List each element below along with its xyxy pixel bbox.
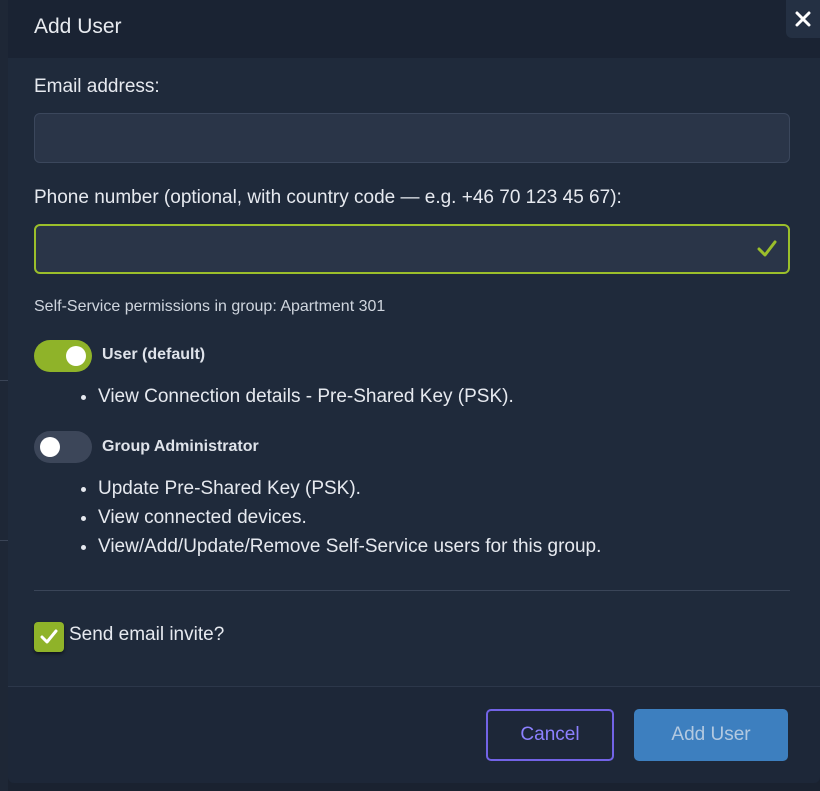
background-divider (0, 380, 8, 381)
dialog-title: Add User (34, 15, 122, 38)
dialog-footer: Cancel Add User (8, 686, 820, 783)
list-item: View Connection details - Pre-Shared Key… (98, 382, 514, 411)
dialog-header: Add User (8, 0, 820, 58)
user-role-permissions: View Connection details - Pre-Shared Key… (36, 382, 514, 411)
group-admin-toggle[interactable] (34, 431, 92, 463)
permissions-title: Self-Service permissions in group: Apart… (34, 298, 386, 315)
phone-label: Phone number (optional, with country cod… (34, 187, 622, 208)
list-item: Update Pre-Shared Key (PSK). (98, 474, 601, 503)
add-user-dialog: Add User Email address: Phone number (op… (8, 0, 820, 783)
toggle-knob (40, 437, 60, 457)
list-item: View/Add/Update/Remove Self-Service user… (98, 532, 601, 561)
user-role-label: User (default) (102, 346, 206, 363)
background-app-edge (0, 0, 8, 791)
background-divider (0, 540, 8, 541)
checkmark-icon (757, 240, 777, 257)
checkmark-icon (40, 629, 58, 644)
send-invite-checkbox[interactable] (34, 622, 64, 652)
add-user-button[interactable]: Add User (634, 709, 788, 761)
group-admin-permissions: Update Pre-Shared Key (PSK). View connec… (36, 474, 601, 561)
section-divider (34, 590, 790, 591)
send-invite-label: Send email invite? (69, 624, 225, 645)
email-label: Email address: (34, 76, 160, 97)
toggle-knob (66, 346, 86, 366)
phone-field[interactable] (34, 224, 790, 274)
list-item: View connected devices. (98, 503, 601, 532)
user-role-toggle[interactable] (34, 340, 92, 372)
group-admin-label: Group Administrator (102, 438, 259, 455)
cancel-button[interactable]: Cancel (486, 709, 614, 761)
email-field[interactable] (34, 113, 790, 163)
close-button[interactable] (786, 0, 820, 38)
close-icon (795, 11, 811, 27)
